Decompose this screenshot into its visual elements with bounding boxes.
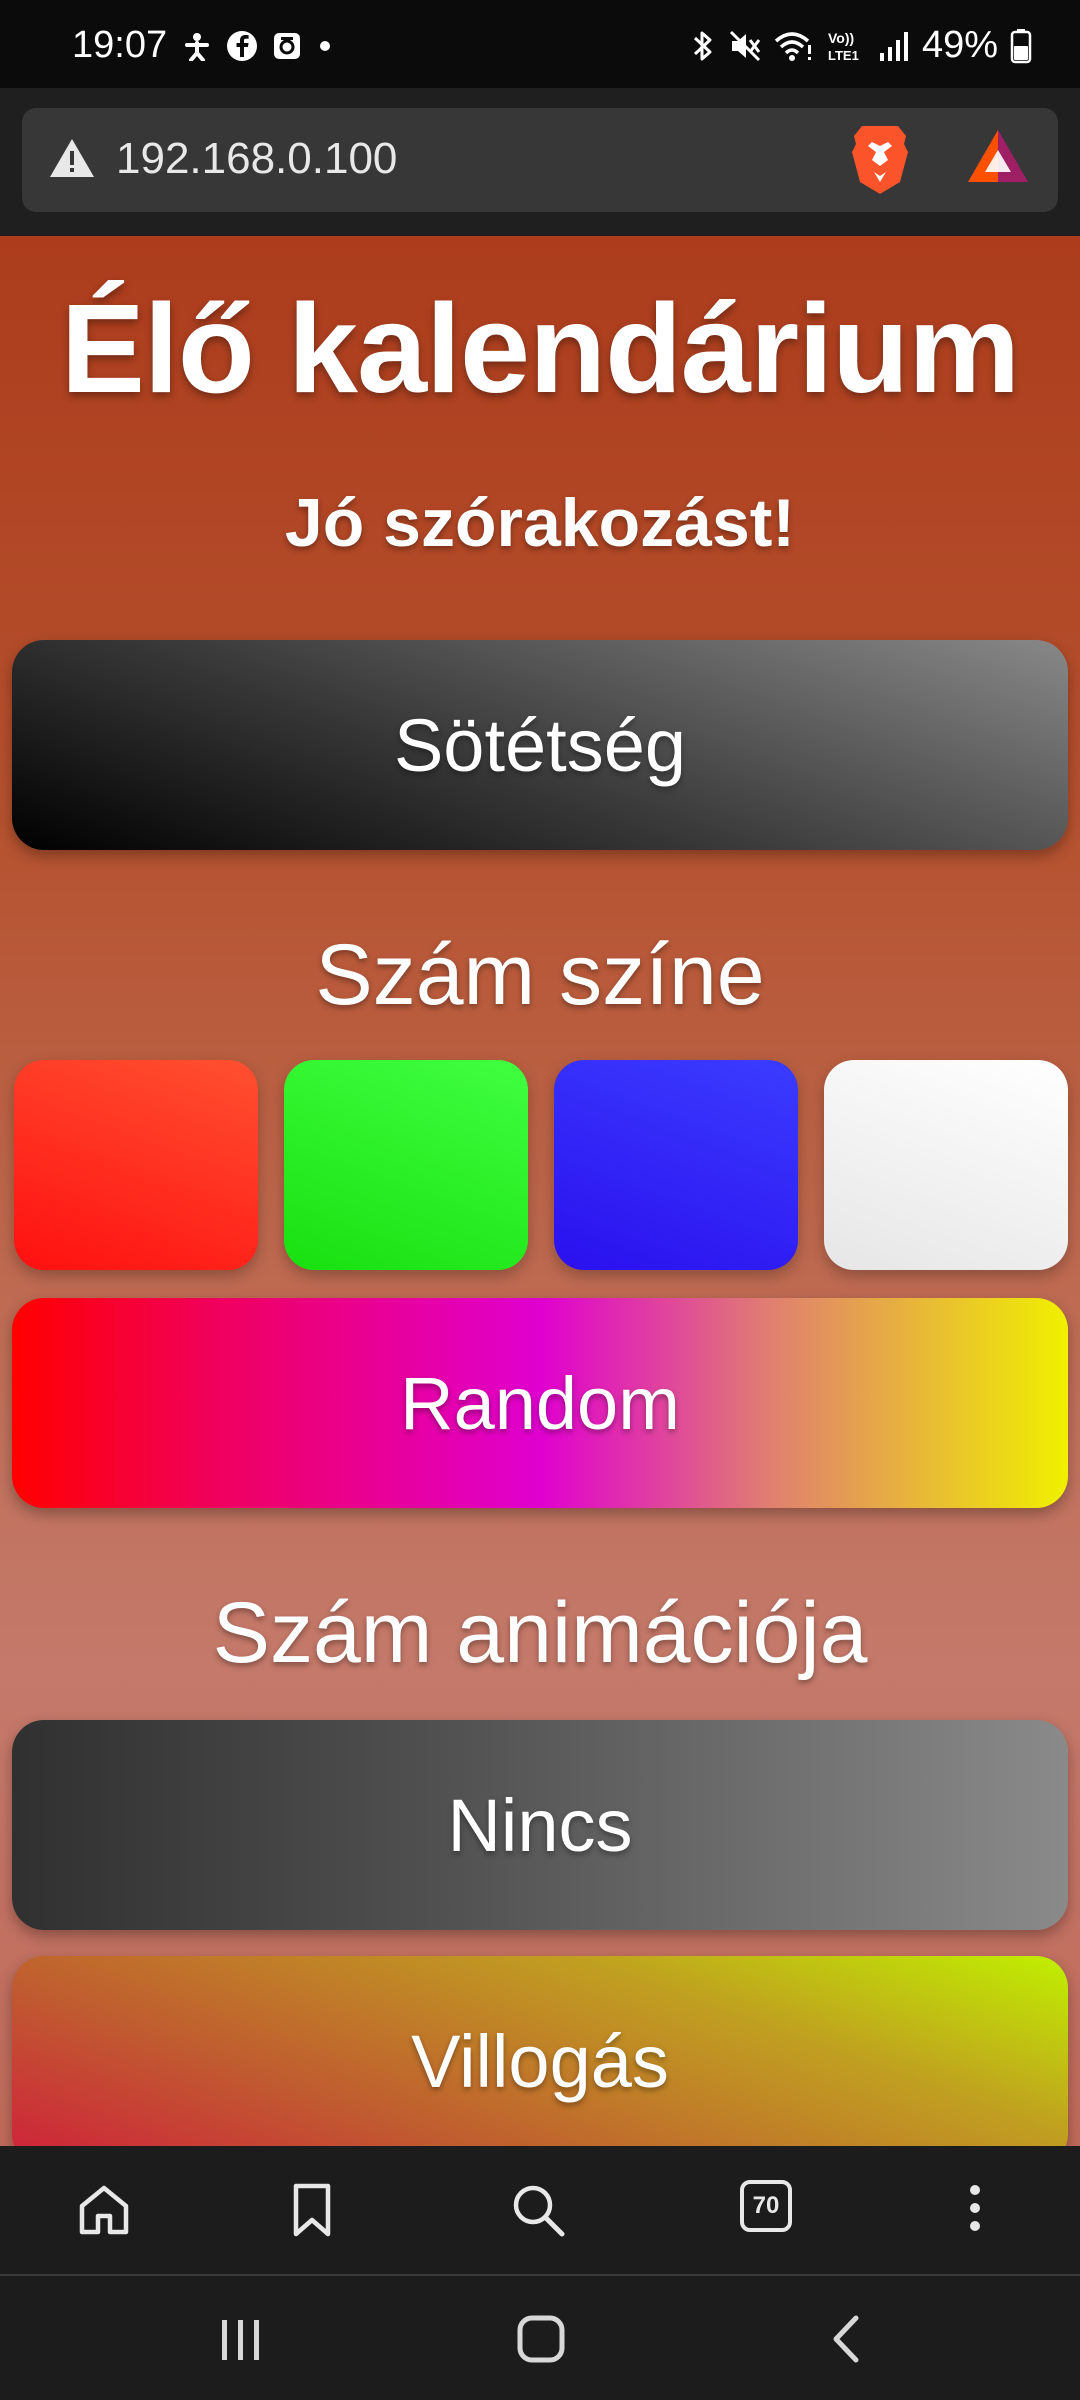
url-text[interactable]: 192.168.0.100 (116, 134, 397, 184)
search-button[interactable] (508, 2180, 568, 2240)
signal-icon (879, 31, 908, 61)
status-right: Vo)) LTE1 49% (690, 24, 1032, 67)
app-notification-icon (274, 33, 300, 59)
bookmark-icon (293, 2183, 331, 2237)
status-bar: 19:07 Vo)) LTE1 49% (0, 0, 1080, 88)
animation-blink-button[interactable]: Villogás (12, 1956, 1068, 2146)
brave-lion-icon[interactable] (848, 122, 912, 196)
color-heading: Szám színe (315, 927, 765, 1023)
white-color-button[interactable] (824, 1060, 1068, 1270)
darkness-button[interactable]: Sötétség (12, 640, 1068, 850)
home-icon (79, 2185, 129, 2235)
wifi-icon (774, 31, 811, 61)
warning-icon[interactable] (48, 136, 96, 180)
address-bar[interactable]: 192.168.0.100 (22, 108, 1058, 212)
menu-button[interactable] (950, 2180, 1010, 2240)
battery-icon (1010, 28, 1032, 63)
red-color-button[interactable] (14, 1060, 258, 1270)
random-color-button[interactable]: Random (12, 1298, 1068, 1508)
home-button[interactable] (74, 2180, 134, 2240)
search-icon (513, 2185, 565, 2237)
animation-heading: Szám animációja (212, 1585, 868, 1681)
bookmark-button[interactable] (282, 2180, 342, 2240)
svg-text:LTE1: LTE1 (828, 48, 859, 63)
tab-count: 70 (740, 2180, 792, 2232)
bat-triangle-icon[interactable] (964, 124, 1032, 190)
bluetooth-icon (693, 31, 712, 60)
dot-icon (320, 41, 330, 51)
browser-toolbar: 192.168.0.100 (0, 88, 1080, 236)
more-vertical-icon (970, 2185, 980, 2231)
animation-none-button[interactable]: Nincs (12, 1720, 1068, 1930)
svg-text:Vo)): Vo)) (828, 30, 854, 46)
recent-apps-icon[interactable] (218, 2318, 264, 2362)
web-page-content: Élő kalendárium Jó szórakozást! Sötétség… (0, 236, 1080, 2146)
volte-icon: Vo)) LTE1 (828, 30, 859, 63)
accessibility-icon (185, 33, 209, 61)
status-time: 19:07 (72, 24, 168, 66)
system-navigation-bar (0, 2276, 1080, 2400)
page-subtitle: Jó szórakozást! (284, 485, 796, 561)
status-left-icons (182, 30, 334, 62)
blue-color-button[interactable] (554, 1060, 798, 1270)
mute-icon (729, 30, 761, 61)
back-icon[interactable] (826, 2314, 866, 2364)
browser-bottom-bar: 70 (0, 2146, 1080, 2276)
green-color-button[interactable] (284, 1060, 528, 1270)
tabs-button[interactable]: 70 (740, 2180, 800, 2240)
home-nav-icon[interactable] (516, 2314, 566, 2364)
facebook-icon (227, 31, 257, 61)
battery-percent: 49% (921, 24, 998, 66)
page-title: Élő kalendárium (60, 278, 1020, 419)
